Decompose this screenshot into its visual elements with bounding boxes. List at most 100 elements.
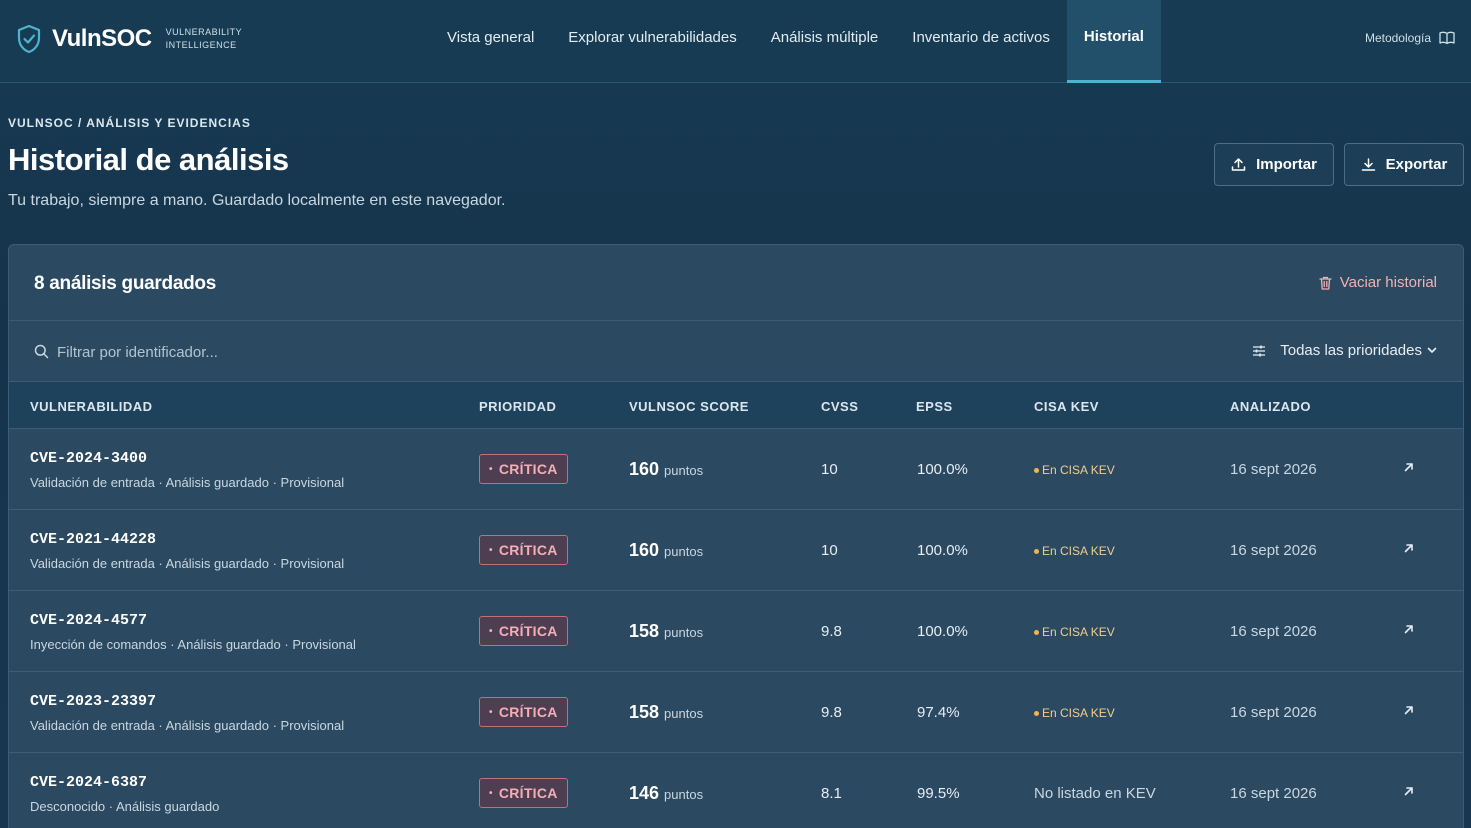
import-button[interactable]: Importar bbox=[1214, 143, 1334, 186]
breadcrumb: VULNSOC / ANÁLISIS Y EVIDENCIAS bbox=[8, 116, 251, 130]
arrow-up-right-icon[interactable] bbox=[1402, 703, 1416, 717]
import-label: Importar bbox=[1256, 156, 1317, 173]
badge-dot: • bbox=[489, 625, 493, 637]
vulnsoc-score: 160 puntos bbox=[629, 540, 703, 561]
kev-dot bbox=[1034, 629, 1039, 635]
epss-value: 100.0% bbox=[917, 542, 968, 559]
vulnsoc-score: 158 puntos bbox=[629, 621, 703, 642]
search-input[interactable] bbox=[57, 339, 657, 365]
cve-id[interactable]: CVE-2024-3400 bbox=[30, 450, 147, 467]
saved-count-title: 8 análisis guardados bbox=[34, 273, 216, 294]
priority-label: CRÍTICA bbox=[498, 623, 558, 639]
column-header-analizado[interactable]: ANALIZADO bbox=[1230, 399, 1311, 414]
analyzed-date: 16 sept 2026 bbox=[1230, 704, 1317, 721]
priority-label: CRÍTICA bbox=[498, 542, 558, 558]
column-header-epss[interactable]: EPSS bbox=[916, 399, 953, 414]
kev-status: No listado en KEV bbox=[1034, 785, 1156, 802]
cve-meta: Validación de entrada · Análisis guardad… bbox=[30, 718, 345, 733]
column-header-cvss[interactable]: CVSS bbox=[821, 399, 858, 414]
priority-filter-select[interactable]: Todas las prioridades bbox=[1252, 342, 1437, 359]
search-icon bbox=[34, 344, 49, 359]
methodology-link[interactable]: Metodología bbox=[1365, 31, 1455, 45]
table-row[interactable]: CVE-2024-4577 Inyección de comandos · An… bbox=[9, 591, 1463, 672]
brand-tagline-line2: INTELLIGENCE bbox=[165, 40, 237, 50]
analyzed-date: 16 sept 2026 bbox=[1230, 785, 1317, 802]
priority-label: CRÍTICA bbox=[498, 704, 558, 720]
panel-header: 8 análisis guardados Vaciar historial bbox=[9, 245, 1463, 321]
cve-id[interactable]: CVE-2024-4577 bbox=[30, 612, 147, 629]
score-unit: puntos bbox=[664, 625, 704, 640]
vulnsoc-score: 158 puntos bbox=[629, 702, 703, 723]
nav-historial[interactable]: Historial bbox=[1066, 0, 1161, 83]
score-value: 158 bbox=[629, 621, 660, 641]
clear-history-button[interactable]: Vaciar historial bbox=[1319, 274, 1437, 291]
cve-meta: Inyección de comandos · Análisis guardad… bbox=[30, 637, 356, 652]
badge-dot: • bbox=[489, 544, 493, 556]
kev-status: En CISA KEV bbox=[1034, 463, 1115, 477]
analyzed-date: 16 sept 2026 bbox=[1230, 461, 1317, 478]
nav-vista-general[interactable]: Vista general bbox=[430, 0, 551, 83]
arrow-up-right-icon[interactable] bbox=[1402, 784, 1416, 798]
cve-id[interactable]: CVE-2024-6387 bbox=[30, 774, 147, 791]
priority-badge: • CRÍTICA bbox=[479, 535, 568, 565]
table-row[interactable]: CVE-2023-23397 Validación de entrada · A… bbox=[9, 672, 1463, 753]
arrow-up-right-icon[interactable] bbox=[1402, 541, 1416, 555]
column-header-prioridad[interactable]: PRIORIDAD bbox=[479, 399, 556, 414]
cve-meta: Validación de entrada · Análisis guardad… bbox=[30, 556, 345, 571]
kev-label: En CISA KEV bbox=[1042, 625, 1115, 639]
kev-label: En CISA KEV bbox=[1042, 706, 1115, 720]
score-value: 160 bbox=[629, 540, 660, 560]
kev-status: En CISA KEV bbox=[1034, 544, 1115, 558]
cvss-value: 8.1 bbox=[821, 785, 842, 802]
score-unit: puntos bbox=[664, 544, 704, 559]
score-value: 146 bbox=[629, 783, 660, 803]
epss-value: 97.4% bbox=[917, 704, 960, 721]
kev-label: En CISA KEV bbox=[1042, 463, 1115, 477]
priority-badge: • CRÍTICA bbox=[479, 697, 568, 727]
table-row[interactable]: CVE-2024-3400 Validación de entrada · An… bbox=[9, 429, 1463, 510]
book-open-icon bbox=[1439, 31, 1455, 45]
score-value: 158 bbox=[629, 702, 660, 722]
upload-icon bbox=[1231, 158, 1246, 171]
badge-dot: • bbox=[489, 463, 493, 475]
priority-filter-value: Todas las prioridades bbox=[1280, 342, 1422, 359]
brand-tagline-line1: VULNERABILITY bbox=[165, 27, 243, 37]
export-button[interactable]: Exportar bbox=[1344, 143, 1464, 186]
brand-logo[interactable]: VulnSOC VULNERABILITY INTELLIGENCE bbox=[16, 24, 242, 54]
priority-label: CRÍTICA bbox=[498, 461, 558, 477]
main-nav: Vista general Explorar vulnerabilidades … bbox=[430, 0, 1161, 83]
kev-dot bbox=[1034, 710, 1039, 716]
trash-icon bbox=[1319, 276, 1332, 290]
chevron-down-icon bbox=[1427, 347, 1437, 353]
column-header-vulnsoc-score[interactable]: VULNSOC SCORE bbox=[629, 399, 749, 414]
page-subtitle: Tu trabajo, siempre a mano. Guardado loc… bbox=[8, 192, 506, 209]
cvss-value: 9.8 bbox=[821, 704, 842, 721]
sliders-icon bbox=[1253, 345, 1266, 356]
cvss-value: 10 bbox=[821, 542, 838, 559]
nav-explorar-vulnerabilidades[interactable]: Explorar vulnerabilidades bbox=[551, 0, 753, 83]
nav-analisis-multiple[interactable]: Análisis múltiple bbox=[754, 0, 896, 83]
nav-inventario-activos[interactable]: Inventario de activos bbox=[895, 0, 1067, 83]
cve-id[interactable]: CVE-2023-23397 bbox=[30, 693, 156, 710]
analyzed-date: 16 sept 2026 bbox=[1230, 542, 1317, 559]
epss-value: 100.0% bbox=[917, 623, 968, 640]
badge-dot: • bbox=[489, 787, 493, 799]
table-header: VULNERABILIDAD PRIORIDAD VULNSOC SCORE C… bbox=[9, 382, 1463, 429]
table-row[interactable]: CVE-2021-44228 Validación de entrada · A… bbox=[9, 510, 1463, 591]
cve-id[interactable]: CVE-2021-44228 bbox=[30, 531, 156, 548]
cve-meta: Validación de entrada · Análisis guardad… bbox=[30, 475, 345, 490]
kev-label: En CISA KEV bbox=[1042, 544, 1115, 558]
column-header-vulnerabilidad[interactable]: VULNERABILIDAD bbox=[30, 399, 153, 414]
kev-status: En CISA KEV bbox=[1034, 706, 1115, 720]
cvss-value: 9.8 bbox=[821, 623, 842, 640]
kev-dot bbox=[1034, 467, 1039, 473]
priority-badge: • CRÍTICA bbox=[479, 616, 568, 646]
priority-badge: • CRÍTICA bbox=[479, 454, 568, 484]
arrow-up-right-icon[interactable] bbox=[1402, 460, 1416, 474]
arrow-up-right-icon[interactable] bbox=[1402, 622, 1416, 636]
table-row[interactable]: CVE-2024-6387 Desconocido · Análisis gua… bbox=[9, 753, 1463, 828]
analyzed-date: 16 sept 2026 bbox=[1230, 623, 1317, 640]
history-panel: 8 análisis guardados Vaciar historial To… bbox=[8, 244, 1464, 828]
epss-value: 99.5% bbox=[917, 785, 960, 802]
column-header-cisa-kev[interactable]: CISA KEV bbox=[1034, 399, 1099, 414]
